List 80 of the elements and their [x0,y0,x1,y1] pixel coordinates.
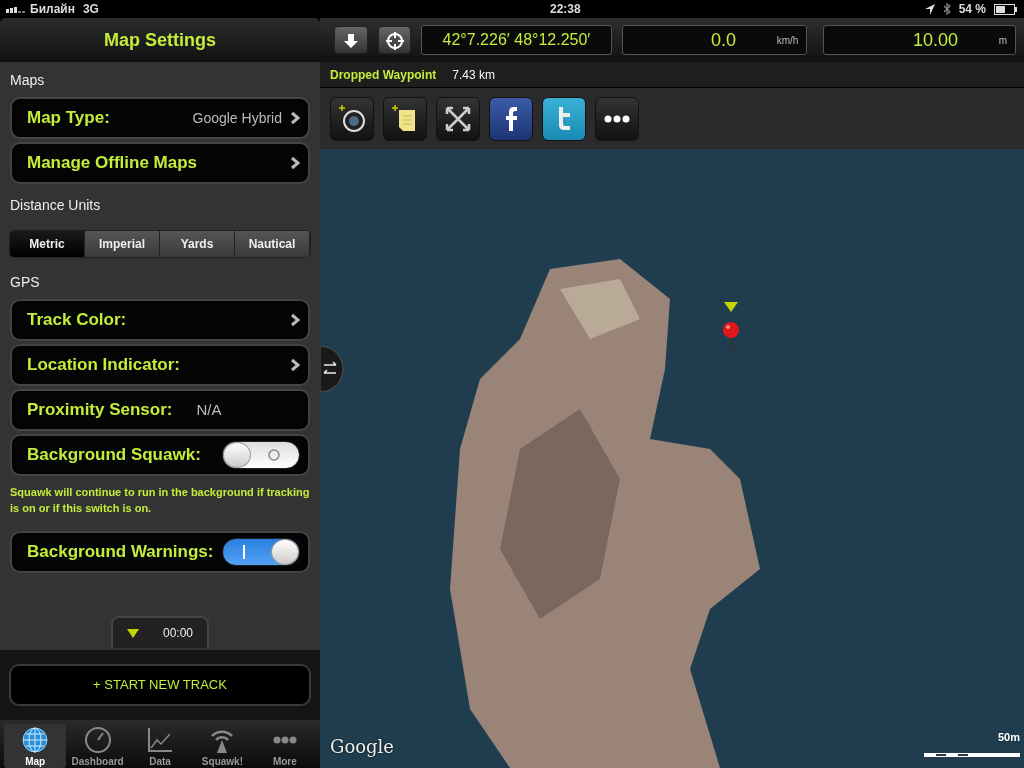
tab-bar-item[interactable]: More [253,724,317,768]
dots-icon [604,114,630,123]
f-letter-icon [504,106,518,131]
start-track-button[interactable]: + START NEW TRACK [9,664,311,706]
row-label: Background Squawk: [27,444,201,467]
row-label: Map Type: [27,107,110,130]
more-button[interactable] [595,96,639,141]
waypoint-name: Dropped Waypoint [330,66,437,84]
row-value: N/A [196,399,222,420]
twitter-button[interactable] [542,96,586,141]
chevron-icon [290,358,300,372]
scale-bar-icon [924,751,1020,758]
unit-segment[interactable]: Nautical [235,231,310,257]
row-label: Background Warnings: [27,541,214,564]
network-type: 3G [82,1,99,18]
location-arrow-icon [924,3,935,15]
crosshair-icon [385,31,404,50]
tab-bar-item[interactable]: Map [4,724,67,768]
note-add-button[interactable] [383,96,427,141]
timer-text: 00:00 [163,625,193,642]
map-pin-icon[interactable] [722,321,740,355]
settings-row[interactable]: Background Warnings: [10,530,310,573]
battery-icon [994,3,1018,15]
settings-row[interactable]: Track Color: [10,299,310,341]
row-label: Proximity Sensor: [27,399,173,422]
settings-row[interactable]: Map Type: Google Hybrid [10,97,310,139]
locate-button[interactable] [377,26,412,54]
toggle-switch[interactable] [222,537,300,566]
settings-row[interactable]: Location Indicator: [10,344,310,386]
section-header: GPS [9,273,41,292]
camera-add-button[interactable] [330,96,374,141]
expand-arrows-icon [444,104,472,133]
panel-title: Map Settings [104,28,216,52]
on-bar-icon [243,544,247,559]
timer-tab[interactable]: 00:00 [111,616,209,648]
facebook-button[interactable] [489,96,533,141]
row-value: Google Hybrid [192,108,282,128]
tab-bar-item[interactable]: Data [128,724,192,768]
gauge-icon [83,726,112,754]
coordinates-text: 42°7.226′ 48°12.250′ [442,30,591,50]
waypoint-distance: 7.43 km [452,66,495,84]
off-circle-icon [267,448,281,462]
down-arrow-icon [342,32,359,49]
settings-row[interactable]: Background Squawk: [10,434,310,476]
settings-row[interactable]: Manage Offline Maps [10,142,310,184]
unit-segment[interactable]: Metric [10,231,85,257]
unit-segment[interactable]: Imperial [85,231,160,257]
chevron-icon [290,156,300,170]
scale-label: 50m [996,730,1020,745]
triangle-icon [127,628,139,638]
row-label: Track Color: [27,309,127,332]
download-button[interactable] [334,26,368,54]
readout-value: 10.00 [911,28,959,52]
expand-button[interactable] [436,96,480,141]
line-chart-icon [146,726,174,754]
row-label: Manage Offline Maps [27,152,198,175]
status-time: 22:38 [548,1,582,18]
panel-toggle-handle[interactable] [320,346,344,392]
readout-value: 0.0 [710,28,738,52]
carrier-name: Билайн [30,1,75,18]
readout-unit: km/h [776,33,799,48]
triangle-marker-icon [724,302,738,312]
map-attribution: Google [330,735,394,759]
t-letter-icon [556,106,572,131]
toggle-switch[interactable] [222,441,300,469]
section-header: Distance Units [9,196,102,215]
bluetooth-icon [942,3,951,15]
unit-segment[interactable]: Yards [160,231,235,257]
tab-bar-item[interactable]: Dashboard [66,724,129,768]
lens-icon [337,103,367,134]
section-header: Maps [9,71,46,90]
tab-bar-item[interactable]: Squawk! [191,724,254,768]
readout-unit: m [998,33,1007,48]
hint-text: Squawk will continue to run in the background if tracking is on or if this switch is on. [9,485,311,516]
globe-icon [21,726,50,754]
row-label: Location Indicator: [27,354,180,377]
chevron-icon [290,313,300,327]
signal-icon [6,5,26,13]
battery-percent: 54 % [958,1,986,18]
chevron-icon [290,111,300,125]
